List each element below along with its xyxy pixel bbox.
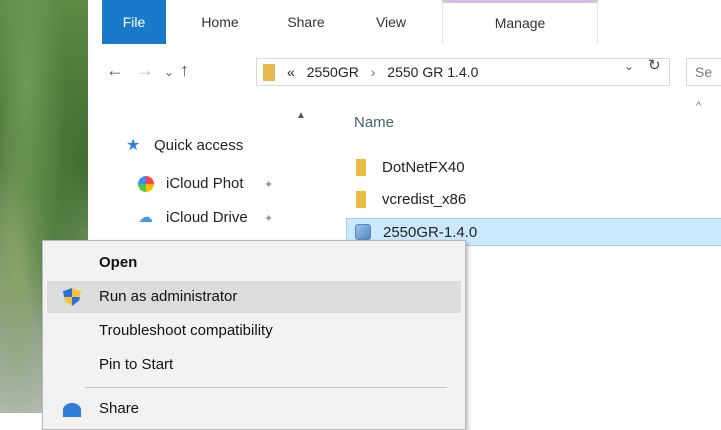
breadcrumb-overflow-icon[interactable]: « (287, 64, 295, 80)
back-arrow-icon[interactable]: ← (106, 60, 124, 81)
column-header-name[interactable]: Name (354, 114, 394, 131)
menu-item-label: Share (99, 400, 140, 417)
menu-item-pin-to-start[interactable]: Pin to Start (47, 349, 461, 381)
menu-item-label: Troubleshoot compatibility (99, 322, 273, 339)
refresh-icon[interactable]: ↻ (648, 56, 661, 74)
nav-item-label: iCloud Drive (166, 209, 248, 226)
menu-item-label: Run as administrator (99, 288, 238, 305)
list-item[interactable]: DotNetFX40 (346, 154, 721, 182)
tab-share[interactable]: Share (276, 0, 336, 44)
menu-item-share[interactable]: Share (47, 393, 461, 425)
photos-icon (138, 176, 154, 192)
menu-item-label: Open (99, 254, 138, 271)
menu-item-open[interactable]: Open (47, 247, 461, 279)
nav-item-label: iCloud Phot (166, 175, 244, 192)
pin-icon: ✦ (264, 179, 274, 191)
search-placeholder: Se (695, 64, 713, 80)
breadcrumb: « 2550GR › 2550 GR 1.4.0 (287, 64, 478, 80)
cloud-icon: ☁ (138, 209, 153, 226)
scroll-up-icon[interactable]: ▲ (296, 110, 306, 121)
nav-item-label: Quick access (154, 137, 244, 154)
forward-arrow-icon[interactable]: → (136, 60, 154, 81)
folder-icon (263, 64, 275, 81)
application-icon (355, 224, 371, 240)
file-name: 2550GR-1.4.0 (383, 224, 478, 241)
recent-locations-chevron-icon[interactable]: ⌄ (164, 65, 174, 79)
folder-icon (356, 191, 366, 208)
address-bar[interactable]: « 2550GR › 2550 GR 1.4.0 (256, 58, 670, 86)
file-name: vcredist_x86 (382, 191, 467, 208)
share-icon (63, 403, 81, 417)
search-input[interactable]: Se (686, 58, 721, 86)
shield-icon (63, 288, 81, 306)
list-item[interactable]: vcredist_x86 (346, 186, 721, 214)
menu-item-run-as-administrator[interactable]: Run as administrator (47, 281, 461, 313)
pin-icon: ✦ (264, 213, 274, 225)
sort-ascending-icon: ^ (696, 100, 702, 112)
star-icon: ★ (126, 137, 141, 154)
menu-item-troubleshoot-compatibility[interactable]: Troubleshoot compatibility (47, 315, 461, 347)
breadcrumb-item[interactable]: 2550GR (307, 64, 359, 80)
breadcrumb-item[interactable]: 2550 GR 1.4.0 (387, 64, 478, 80)
folder-icon (356, 159, 366, 176)
breadcrumb-separator-icon[interactable]: › (371, 64, 376, 80)
context-menu: Open Run as administrator Troubleshoot c… (42, 240, 466, 430)
tab-home[interactable]: Home (184, 0, 256, 44)
tab-manage[interactable]: Manage (442, 0, 598, 44)
tab-view[interactable]: View (366, 0, 416, 44)
address-dropdown-chevron-icon[interactable]: ⌄ (624, 59, 634, 73)
up-arrow-icon[interactable]: ↑ (180, 60, 189, 81)
file-name: DotNetFX40 (382, 159, 465, 176)
ribbon-tabs: File Home Share View Manage (88, 0, 721, 44)
menu-divider (85, 387, 447, 388)
tab-file[interactable]: File (102, 0, 166, 44)
menu-item-label: Pin to Start (99, 356, 174, 373)
